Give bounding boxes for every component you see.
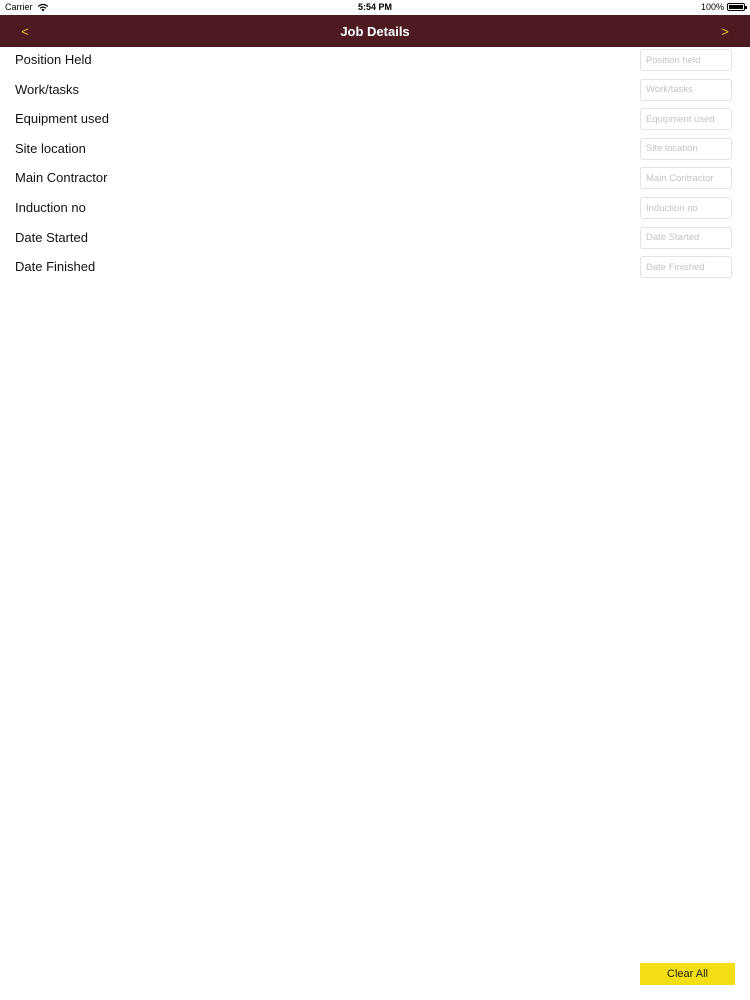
equipment-used-label: Equipment used — [15, 111, 109, 127]
date-started-label: Date Started — [15, 229, 88, 245]
main-contractor-input[interactable] — [640, 167, 732, 190]
site-location-label: Site location — [15, 140, 86, 156]
status-right: 100% — [700, 2, 747, 12]
main-contractor-label: Main Contractor — [15, 170, 108, 186]
battery-fill — [729, 5, 743, 9]
work-tasks-label: Work/tasks — [15, 81, 80, 97]
form-row-work-tasks: Work/tasks — [0, 77, 750, 106]
date-started-input[interactable] — [640, 226, 732, 249]
page-title: Job Details — [340, 24, 410, 39]
date-finished-label: Date Finished — [15, 259, 96, 275]
induction-no-label: Induction no — [15, 200, 86, 215]
battery-percent: 100% — [700, 2, 724, 12]
form-row-equipment-used: Equipment used — [0, 106, 750, 135]
status-time: 5:54 PM — [357, 2, 392, 12]
form-row-date-started: Date Started — [0, 225, 750, 254]
equipment-used-input[interactable] — [640, 108, 732, 131]
form-row-main-contractor: Main Contractor — [0, 165, 750, 194]
site-location-input[interactable] — [640, 137, 732, 160]
form-row-site-location: Site location — [0, 136, 750, 165]
clear-all-button[interactable]: Clear All — [640, 963, 735, 985]
form-row-position-held: Position Held — [0, 47, 750, 76]
next-button[interactable]: > — [713, 21, 737, 43]
battery-icon — [727, 3, 747, 11]
position-held-label: Position Held — [15, 52, 92, 67]
work-tasks-input[interactable] — [640, 78, 732, 101]
induction-no-input[interactable] — [640, 197, 732, 219]
date-finished-input[interactable] — [640, 256, 732, 279]
status-bar: Carrier 5:54 PM 100% — [0, 0, 750, 15]
form-row-induction-no: Induction no — [0, 195, 750, 224]
navigation-bar: < Job Details > — [0, 15, 750, 47]
form-row-date-finished: Date Finished — [0, 254, 750, 283]
position-held-input[interactable] — [640, 49, 732, 71]
